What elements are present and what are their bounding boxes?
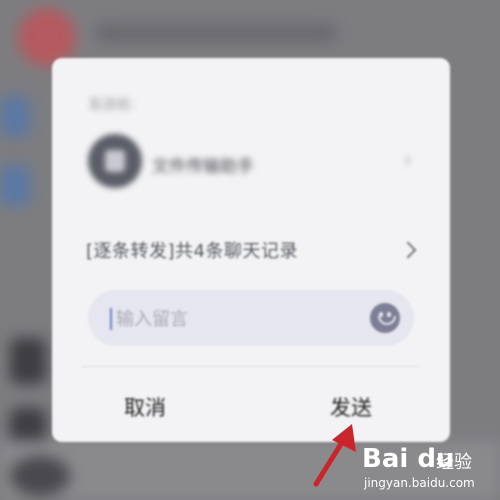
- chevron-right-icon: [399, 241, 417, 259]
- background-avatar: [10, 456, 70, 496]
- forward-dialog: 发送给: 文件传输助手 › [逐条转发]共4条聊天记录 取消 发送: [52, 58, 450, 442]
- send-to-label: 发送给:: [88, 97, 135, 113]
- chat-record-row[interactable]: [逐条转发]共4条聊天记录: [86, 232, 420, 268]
- background-item: [0, 165, 30, 205]
- emoji-icon[interactable]: [370, 303, 400, 333]
- target-avatar: [88, 134, 142, 188]
- text-caret: [110, 308, 112, 330]
- target-name: 文件传输助手: [152, 157, 254, 177]
- cancel-button[interactable]: 取消: [124, 392, 166, 422]
- chat-record-text: [逐条转发]共4条聊天记录: [86, 241, 298, 262]
- background-item: [0, 96, 30, 136]
- baidu-watermark: Bai du 经验 jingyan.baidu.com: [362, 444, 492, 494]
- comment-box[interactable]: [88, 290, 414, 346]
- arrow-annotation-icon: [313, 424, 356, 487]
- divider: [82, 366, 420, 367]
- watermark-text: 经验: [436, 452, 472, 473]
- chevron-right-icon[interactable]: ›: [403, 148, 412, 173]
- watermark-url: jingyan.baidu.com: [364, 476, 475, 490]
- background-item: [10, 338, 46, 384]
- comment-input[interactable]: [114, 304, 358, 334]
- background-title: [96, 24, 336, 42]
